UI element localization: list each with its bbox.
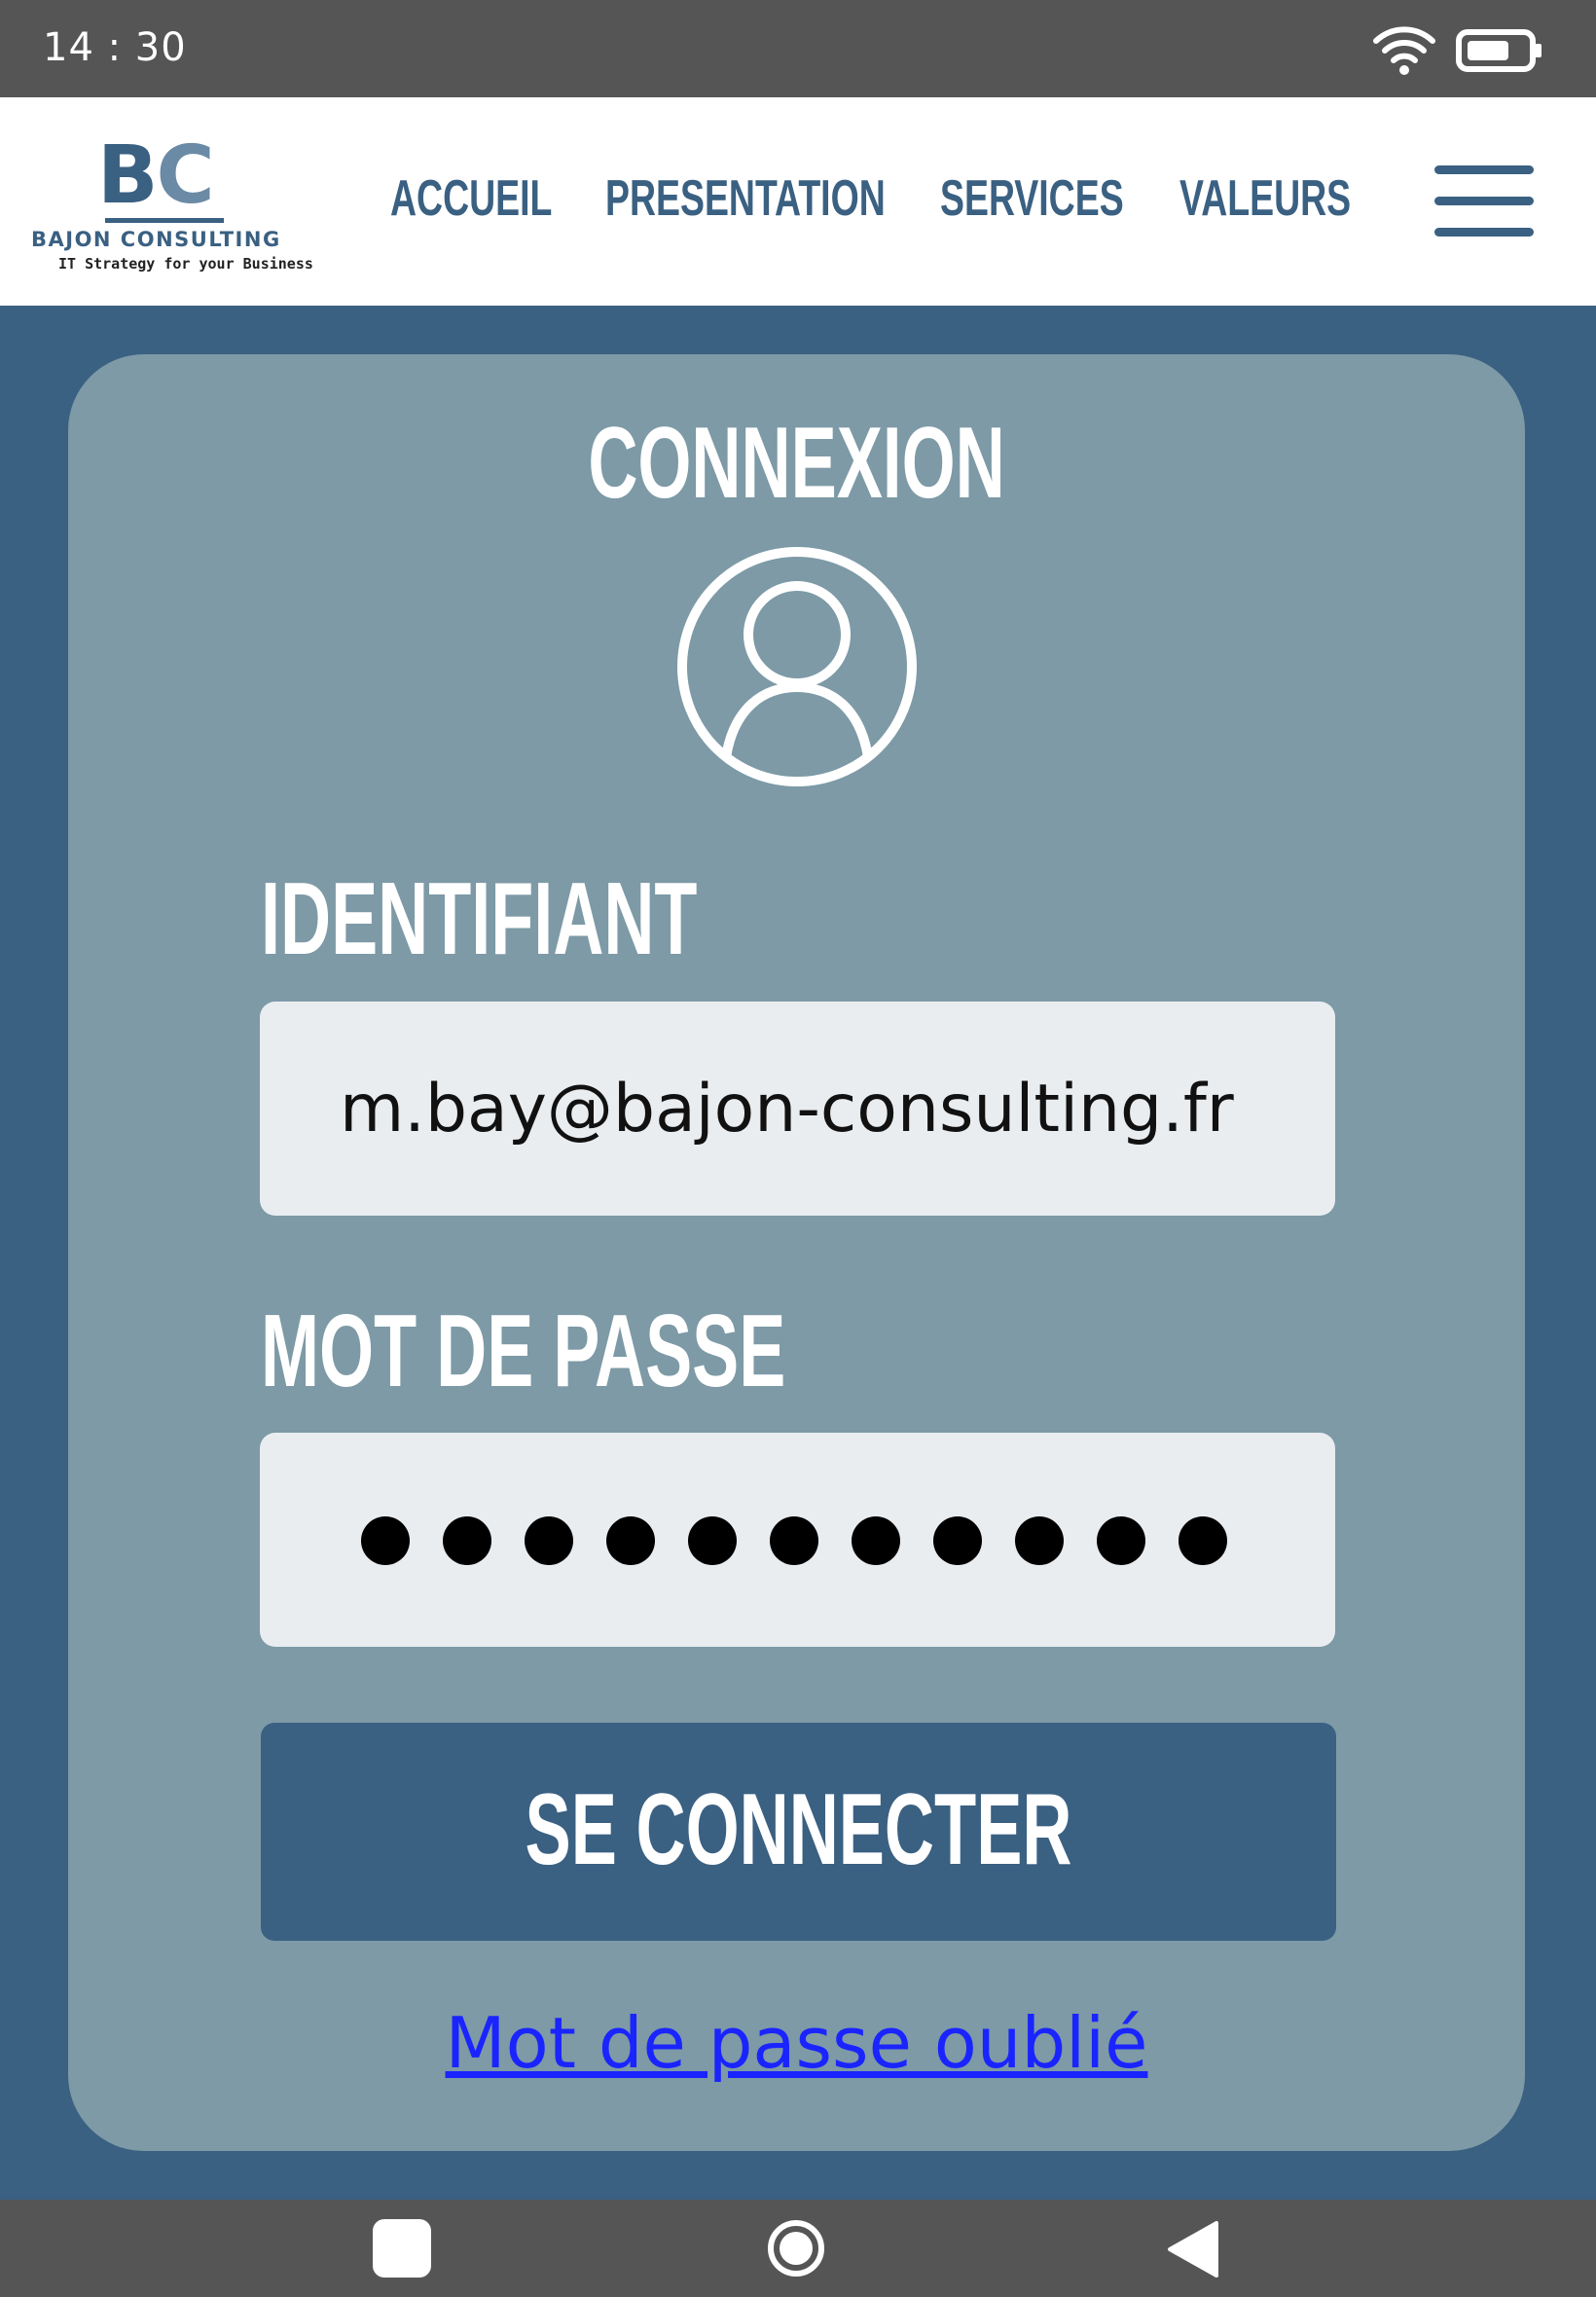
password-label: MOT DE PASSE (261, 1294, 786, 1408)
nav-link-accueil[interactable]: ACCUEIL (390, 167, 552, 230)
username-label: IDENTIFIANT (261, 861, 698, 976)
password-input[interactable] (260, 1433, 1335, 1647)
logo-mark: BC (97, 136, 215, 216)
wifi-icon (1373, 26, 1435, 75)
home-icon[interactable] (767, 2219, 825, 2278)
system-navigation-bar (0, 2200, 1596, 2297)
login-title: CONNEXION (588, 407, 1005, 520)
nav-link-services[interactable]: SERVICES (940, 167, 1124, 230)
logo-company-name: BAJON CONSULTING (31, 228, 281, 251)
status-time: 14 : 30 (43, 25, 187, 70)
login-card: CONNEXION IDENTIFIANT MOT DE PASSE SE CO… (68, 354, 1525, 2151)
nav-link-presentation[interactable]: PRESENTATION (605, 167, 886, 230)
password-mask (361, 1516, 1227, 1565)
top-navigation: BC BAJON CONSULTING IT Strategy for your… (0, 97, 1596, 306)
user-circle-icon (677, 547, 917, 786)
back-icon[interactable] (1164, 2219, 1222, 2279)
username-input[interactable] (260, 1002, 1335, 1216)
login-button-label: SE CONNECTER (525, 1773, 1072, 1886)
status-bar: 14 : 30 (0, 0, 1596, 97)
hamburger-menu-icon[interactable] (1434, 164, 1534, 237)
forgot-password-link[interactable]: Mot de passe oublié (68, 1999, 1525, 2087)
nav-link-valeurs[interactable]: VALEURS (1179, 167, 1351, 230)
logo-divider (105, 218, 224, 223)
recent-apps-icon[interactable] (373, 2219, 431, 2278)
logo-mark-text: BC (97, 129, 215, 222)
company-logo[interactable]: BC BAJON CONSULTING IT Strategy for your… (27, 136, 313, 273)
login-button[interactable]: SE CONNECTER (261, 1723, 1336, 1941)
battery-icon (1456, 29, 1542, 72)
logo-tagline: IT Strategy for your Business (58, 255, 313, 273)
